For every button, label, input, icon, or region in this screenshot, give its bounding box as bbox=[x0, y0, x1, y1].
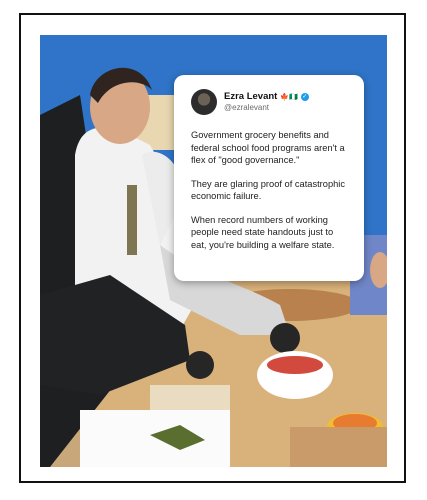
tweet-header: Ezra Levant 🍁🇳🇬 ✓ @ezralevant bbox=[191, 89, 350, 115]
tweet-paragraph: They are glaring proof of catastrophic e… bbox=[191, 178, 345, 202]
tweet-paragraph: Government grocery benefits and federal … bbox=[191, 130, 345, 166]
handle[interactable]: @ezralevant bbox=[224, 103, 309, 112]
verified-badge-icon: ✓ bbox=[300, 93, 309, 102]
author-names: Ezra Levant 🍁🇳🇬 ✓ @ezralevant bbox=[224, 91, 309, 112]
display-name[interactable]: Ezra Levant bbox=[224, 91, 277, 103]
tweet-paragraph: When record numbers of working people ne… bbox=[191, 214, 335, 250]
tweet-body: Government grocery benefits and federal … bbox=[191, 129, 350, 251]
avatar[interactable] bbox=[191, 89, 217, 115]
tweet-card: Ezra Levant 🍁🇳🇬 ✓ @ezralevant Government… bbox=[174, 75, 364, 281]
author-name-row: Ezra Levant 🍁🇳🇬 ✓ bbox=[224, 91, 309, 103]
flag-emojis: 🍁🇳🇬 bbox=[280, 93, 298, 101]
